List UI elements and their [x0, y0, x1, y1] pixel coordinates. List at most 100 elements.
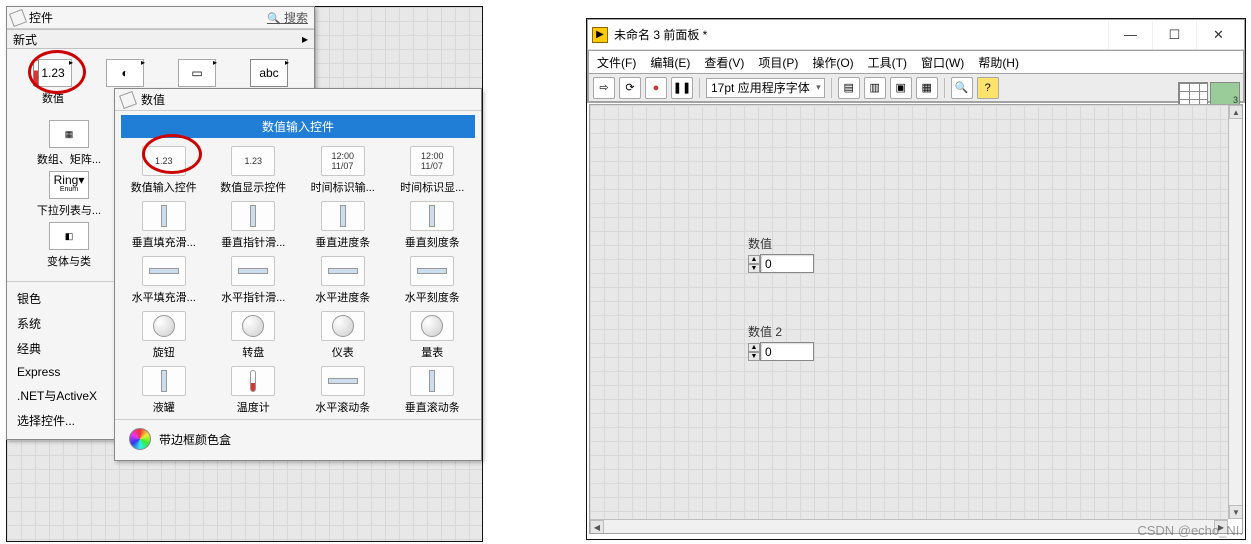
- numeric-item-icon: [142, 201, 186, 231]
- color-box-item[interactable]: 带边框颜色盒: [115, 420, 481, 460]
- numeric-input[interactable]: 0: [760, 254, 814, 273]
- numeric-item-icon: 12:00 11/07: [321, 146, 365, 176]
- align-button[interactable]: ▤: [838, 77, 860, 99]
- category-row-modern[interactable]: 新式 ▸: [7, 29, 314, 49]
- numeric-item-16[interactable]: 液罐: [119, 366, 209, 415]
- numeric-item-label: 时间标识显...: [400, 179, 464, 195]
- numeric-item-5[interactable]: 垂直指针滑...: [209, 201, 299, 250]
- numeric-item-icon: [142, 311, 186, 341]
- spin-down-icon[interactable]: ▼: [748, 352, 760, 361]
- separator: [831, 78, 832, 98]
- scroll-up-icon[interactable]: ▲: [1229, 105, 1243, 119]
- numeric-item-icon: [142, 366, 186, 396]
- numeric-palette-header: 数值: [141, 91, 165, 108]
- menu-edit[interactable]: 编辑(E): [650, 54, 690, 71]
- numeric-item-17[interactable]: 温度计: [209, 366, 299, 415]
- pin-icon[interactable]: [119, 91, 137, 109]
- numeric-item-label: 水平进度条: [315, 289, 370, 305]
- separator: [944, 78, 945, 98]
- run-continuous-button[interactable]: ⟳: [619, 77, 641, 99]
- close-button[interactable]: ✕: [1196, 21, 1240, 49]
- menu-window[interactable]: 窗口(W): [921, 54, 964, 71]
- numeric-item-label: 转盘: [242, 344, 264, 360]
- menu-operate[interactable]: 操作(O): [812, 54, 853, 71]
- numeric-item-label: 仪表: [332, 344, 354, 360]
- search-button[interactable]: 🔍: [951, 77, 973, 99]
- numeric-input[interactable]: 0: [760, 342, 814, 361]
- numeric-control-2[interactable]: 数值 2 ▲▼ 0: [748, 323, 814, 361]
- numeric-item-icon: 12:00 11/07: [410, 146, 454, 176]
- menu-tools[interactable]: 工具(T): [868, 54, 907, 71]
- cat-item-variant[interactable]: ◧变体与类: [29, 222, 109, 269]
- numeric-item-icon: [231, 311, 275, 341]
- spin-up-icon[interactable]: ▲: [748, 255, 760, 264]
- numeric-item-icon: [410, 256, 454, 286]
- numeric-item-9[interactable]: 水平指针滑...: [209, 256, 299, 305]
- toolbar: ⇨ ⟳ ● ❚❚ 17pt 应用程序字体 ▤ ▥ ▣ ▦ 🔍 ?: [588, 74, 1244, 102]
- cat-item-array[interactable]: ▦数组、矩阵...: [29, 120, 109, 167]
- numeric-item-label: 水平滚动条: [315, 399, 370, 415]
- cat-item-numeric[interactable]: 1.23▸ 数值: [27, 59, 79, 106]
- window-title: 未命名 3 前面板 *: [614, 26, 707, 43]
- menu-project[interactable]: 项目(P): [758, 54, 798, 71]
- front-panel-canvas[interactable]: 数值 ▲▼ 0 数值 2 ▲▼ 0: [590, 105, 1228, 519]
- menu-help[interactable]: 帮助(H): [978, 54, 1019, 71]
- vertical-scrollbar[interactable]: ▲ ▼: [1228, 105, 1242, 519]
- watermark: CSDN @echo_NI.: [1137, 523, 1243, 538]
- menu-view[interactable]: 查看(V): [704, 54, 744, 71]
- front-panel-window: ▶ 未命名 3 前面板 * — ☐ ✕ 文件(F) 编辑(E) 查看(V) 项目…: [586, 18, 1246, 540]
- numeric-item-11[interactable]: 水平刻度条: [388, 256, 478, 305]
- abort-button[interactable]: ●: [645, 77, 667, 99]
- labview-icon: ▶: [592, 27, 608, 43]
- numeric-item-icon: [142, 256, 186, 286]
- spin-buttons[interactable]: ▲▼: [748, 255, 760, 273]
- numeric-item-label: 水平刻度条: [405, 289, 460, 305]
- pin-icon[interactable]: [9, 9, 27, 27]
- scroll-left-icon[interactable]: ◀: [590, 520, 604, 534]
- numeric-item-label: 温度计: [237, 399, 270, 415]
- numeric-item-icon: [231, 201, 275, 231]
- distribute-button[interactable]: ▥: [864, 77, 886, 99]
- numeric-item-7[interactable]: 垂直刻度条: [388, 201, 478, 250]
- horizontal-scrollbar[interactable]: ◀ ▶: [590, 519, 1228, 533]
- numeric-item-10[interactable]: 水平进度条: [298, 256, 388, 305]
- numeric-item-icon: [231, 256, 275, 286]
- spin-buttons[interactable]: ▲▼: [748, 343, 760, 361]
- separator: [699, 78, 700, 98]
- numeric-item-4[interactable]: 垂直填充滑...: [119, 201, 209, 250]
- numeric-item-8[interactable]: 水平填充滑...: [119, 256, 209, 305]
- numeric-item-12[interactable]: 旋钮: [119, 311, 209, 360]
- pause-button[interactable]: ❚❚: [671, 77, 693, 99]
- spin-down-icon[interactable]: ▼: [748, 264, 760, 273]
- menu-file[interactable]: 文件(F): [597, 54, 636, 71]
- numeric-item-14[interactable]: 仪表: [298, 311, 388, 360]
- numeric-item-label: 旋钮: [153, 344, 175, 360]
- numeric-item-18[interactable]: 水平滚动条: [298, 366, 388, 415]
- numeric-item-1[interactable]: 1.23数值显示控件: [209, 146, 299, 195]
- numeric-item-0[interactable]: 1.23数值输入控件: [119, 146, 209, 195]
- numeric-item-19[interactable]: 垂直滚动条: [388, 366, 478, 415]
- resize-button[interactable]: ▣: [890, 77, 912, 99]
- connector-pane-icon[interactable]: [1178, 82, 1208, 106]
- search-link[interactable]: 🔍 搜索: [267, 9, 310, 26]
- numeric-item-13[interactable]: 转盘: [209, 311, 299, 360]
- numeric-item-15[interactable]: 量表: [388, 311, 478, 360]
- numeric-item-2[interactable]: 12:00 11/07时间标识输...: [298, 146, 388, 195]
- numeric-item-6[interactable]: 垂直进度条: [298, 201, 388, 250]
- numeric-control-1[interactable]: 数值 ▲▼ 0: [748, 235, 814, 273]
- numeric-item-label: 数值显示控件: [220, 179, 286, 195]
- minimize-button[interactable]: —: [1108, 21, 1152, 49]
- spin-up-icon[interactable]: ▲: [748, 343, 760, 352]
- cat-item-ring[interactable]: Ring▾Enum下拉列表与...: [29, 171, 109, 218]
- context-help-button[interactable]: ?: [977, 77, 999, 99]
- maximize-button[interactable]: ☐: [1152, 21, 1196, 49]
- scroll-down-icon[interactable]: ▼: [1229, 505, 1243, 519]
- vi-icon[interactable]: 3: [1210, 82, 1240, 106]
- font-selector[interactable]: 17pt 应用程序字体: [706, 78, 825, 98]
- titlebar[interactable]: ▶ 未命名 3 前面板 * — ☐ ✕: [588, 20, 1244, 50]
- search-icon: 🔍: [267, 13, 281, 25]
- reorder-button[interactable]: ▦: [916, 77, 938, 99]
- numeric-item-label: 垂直滚动条: [405, 399, 460, 415]
- run-button[interactable]: ⇨: [593, 77, 615, 99]
- numeric-item-3[interactable]: 12:00 11/07 时间标识显...: [388, 146, 478, 195]
